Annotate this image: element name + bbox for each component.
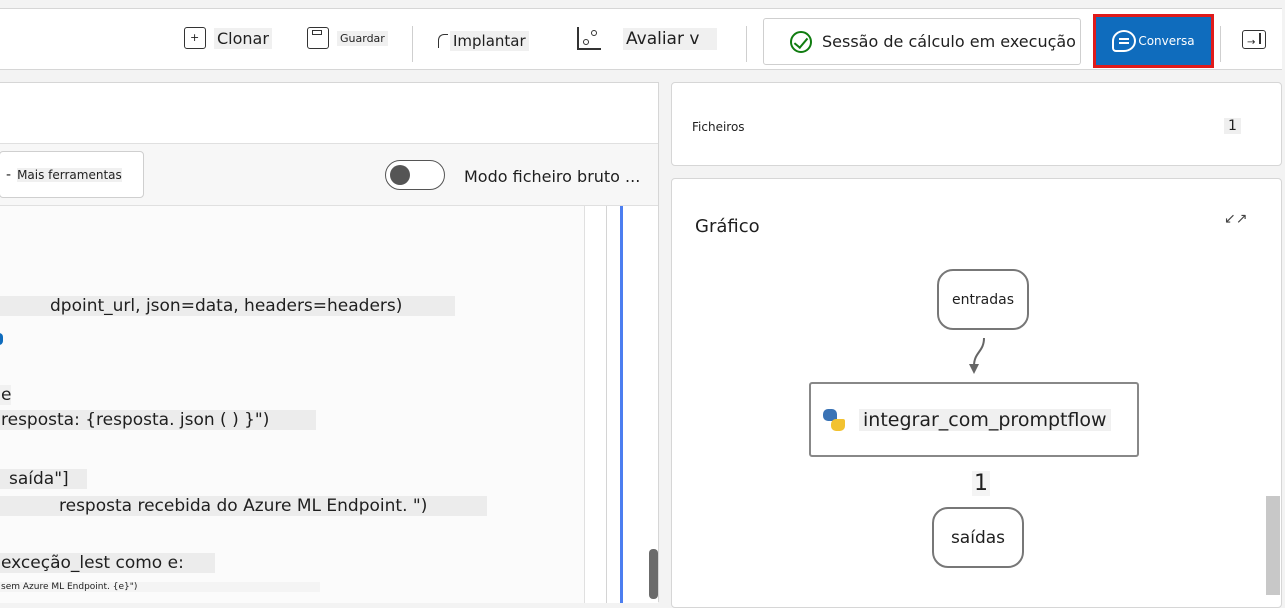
code-line: sem Azure ML Endpoint. {e}") — [0, 582, 320, 592]
breakpoint-marker — [0, 333, 3, 345]
editor-toolbar: - Mais ferramentas Modo ficheiro bruto .… — [0, 144, 658, 206]
files-count: 1 — [1224, 118, 1241, 134]
code-line: resposta recebida do Azure ML Endpoint. … — [0, 496, 487, 516]
save-icon — [307, 27, 329, 49]
code-area[interactable]: dpoint_url, json=data, headers=headers) … — [0, 206, 585, 603]
minimap-divider — [606, 206, 607, 603]
right-panel-scrollbar[interactable] — [1266, 496, 1280, 595]
collapse-icon[interactable]: ↙↗ — [1224, 211, 1247, 233]
deploy-label: Implantar — [450, 31, 529, 51]
graph-panel: Gráfico ↙↗ entradas integrar_com_promptf… — [671, 178, 1282, 608]
chat-button[interactable]: Conversa — [1093, 14, 1214, 68]
code-line: exceção_lest como e: — [0, 553, 215, 573]
editor-header — [0, 83, 658, 144]
save-button[interactable]: Guardar — [307, 27, 388, 49]
clone-button[interactable]: + Clonar — [184, 27, 272, 49]
clone-label: Clonar — [214, 27, 272, 49]
deploy-icon — [438, 34, 448, 48]
toolbar-divider — [412, 26, 413, 62]
save-label: Guardar — [337, 30, 388, 46]
evaluate-button[interactable]: Avaliar v — [577, 27, 718, 51]
raw-file-mode-label: Modo ficheiro bruto ... — [464, 167, 641, 186]
files-label: Ficheiros — [692, 120, 745, 134]
edge-count-label: 1 — [972, 471, 990, 496]
main-node-label: integrar_com_promptflow — [859, 408, 1111, 431]
inputs-node-label: entradas — [951, 291, 1015, 308]
code-line: saída"] — [0, 469, 87, 489]
editor-scrollbar[interactable] — [649, 549, 658, 599]
chat-label: Conversa — [1138, 34, 1195, 48]
graph-node-inputs[interactable]: entradas — [937, 269, 1029, 330]
toolbar-divider — [1220, 26, 1221, 62]
graph-edge-arrow — [969, 337, 985, 374]
code-line: e — [0, 385, 12, 405]
evaluate-label: Avaliar v — [623, 28, 718, 50]
chat-icon — [1112, 30, 1137, 52]
evaluate-icon — [577, 27, 603, 51]
more-tools-button[interactable]: - Mais ferramentas — [0, 151, 144, 198]
toolbar-divider — [746, 26, 747, 62]
outputs-node-label: saídas — [950, 527, 1006, 548]
top-toolbar: + Clonar Guardar Implantar Avaliar v Ses… — [0, 0, 1285, 78]
code-editor-panel: - Mais ferramentas Modo ficheiro bruto .… — [0, 82, 659, 603]
graph-node-integrate-promptflow[interactable]: integrar_com_promptflow — [809, 382, 1139, 457]
raw-file-mode-toggle[interactable] — [385, 160, 445, 190]
files-panel[interactable]: Ficheiros 1 — [671, 82, 1282, 166]
collapse-panel-icon[interactable]: → — [1242, 30, 1266, 49]
graph-node-outputs[interactable]: saídas — [932, 507, 1024, 568]
more-tools-label: Mais ferramentas — [17, 167, 122, 182]
python-icon — [823, 408, 845, 431]
minimap-viewport-line — [620, 206, 623, 603]
deploy-button[interactable]: Implantar — [438, 31, 529, 51]
graph-title: Gráfico — [695, 216, 760, 237]
code-line: resposta: {resposta. json ( ) }") — [0, 410, 316, 430]
clone-icon: + — [184, 27, 206, 49]
checkmark-icon — [790, 30, 812, 53]
more-tools-prefix: - — [6, 166, 12, 183]
code-line: dpoint_url, json=data, headers=headers) — [0, 296, 455, 316]
editor-minimap — [585, 206, 658, 603]
session-status-label: Sessão de cálculo em execução — [822, 32, 1076, 51]
compute-session-status[interactable]: Sessão de cálculo em execução — [763, 18, 1081, 65]
